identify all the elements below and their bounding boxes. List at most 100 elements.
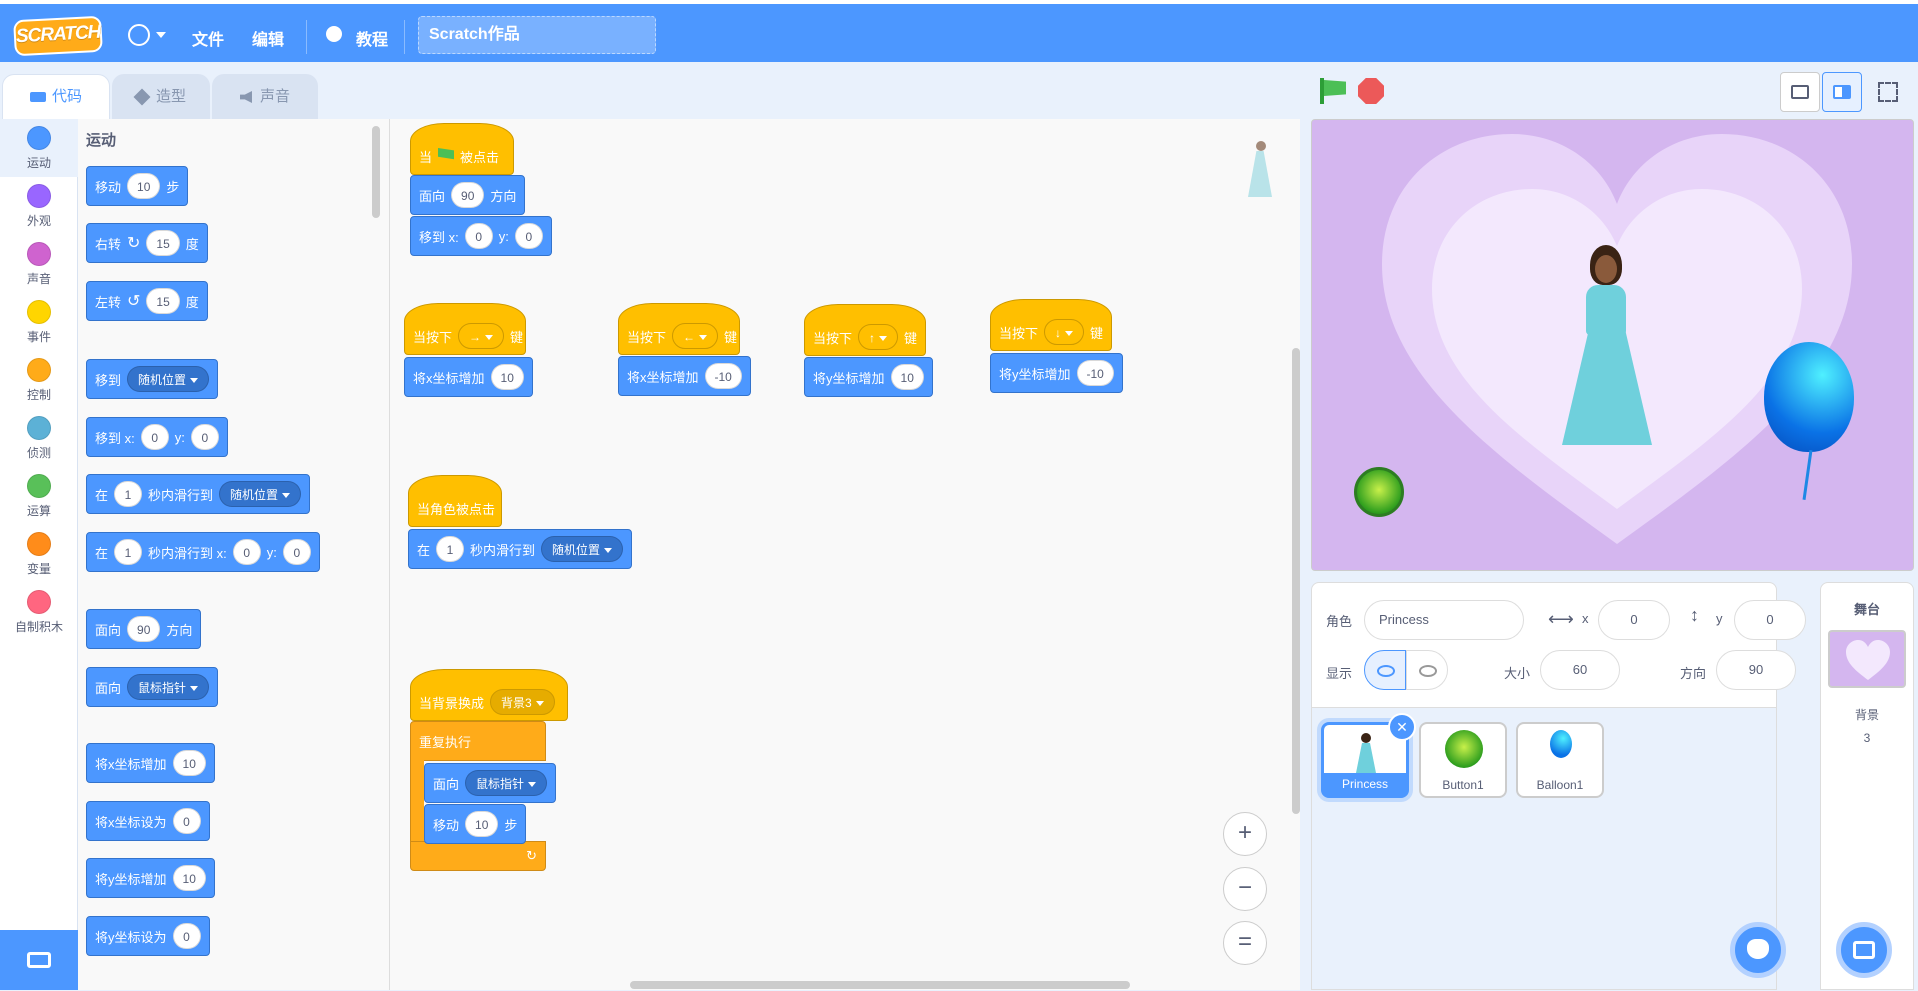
add-sprite-button[interactable] [1730, 922, 1786, 978]
block-move-steps[interactable]: 移动 10 步 [424, 804, 527, 844]
block-input[interactable]: -10 [1076, 360, 1114, 386]
block-goto[interactable]: 移到 随机位置 [86, 359, 219, 399]
zoom-out-button[interactable]: − [1223, 867, 1267, 911]
block-glide-to[interactable]: 在 1 秒内滑行到 随机位置 [86, 474, 311, 514]
sprite-name-input[interactable]: Princess [1364, 600, 1524, 640]
show-visible-button[interactable] [1364, 650, 1406, 690]
category-events[interactable]: 事件 [0, 293, 78, 351]
delete-sprite-button[interactable]: ✕ [1388, 713, 1416, 741]
key-dropdown[interactable]: ↑ [858, 324, 899, 350]
block-input[interactable]: 10 [172, 865, 206, 891]
sprite-tile-button1[interactable]: Button1 [1419, 722, 1507, 798]
tab-code[interactable]: 代码 [2, 74, 110, 120]
block-point-direction[interactable]: 面向 90 方向 [86, 609, 202, 649]
fullscreen-button[interactable] [1868, 72, 1908, 112]
zoom-reset-button[interactable]: = [1223, 921, 1267, 965]
block-change-x[interactable]: 将x坐标增加 10 [86, 743, 215, 783]
category-variables[interactable]: 变量 [0, 525, 78, 583]
green-flag-button[interactable] [1318, 78, 1346, 104]
block-change-y[interactable]: 将y坐标增加 -10 [990, 353, 1123, 393]
block-dropdown[interactable]: 随机位置 [219, 481, 302, 507]
block-change-y[interactable]: 将y坐标增加 10 [804, 357, 933, 397]
block-input[interactable]: 0 [514, 223, 543, 249]
block-input[interactable]: 0 [172, 808, 201, 834]
block-point-towards[interactable]: 面向 鼠标指针 [424, 763, 557, 803]
tab-sounds[interactable]: 声音 [212, 74, 318, 120]
scratch-logo[interactable]: SCRATCH [13, 15, 103, 57]
zoom-in-button[interactable]: + [1223, 812, 1267, 856]
hat-when-key-pressed[interactable]: 当按下 ↓ 键 [990, 299, 1112, 351]
tab-costumes[interactable]: 造型 [112, 74, 210, 120]
sprite-tile-princess[interactable]: Princess ✕ [1321, 713, 1416, 798]
y-input[interactable]: 0 [1734, 600, 1806, 640]
block-change-y[interactable]: 将y坐标增加 10 [86, 858, 215, 898]
block-input[interactable]: 10 [127, 173, 161, 199]
block-input[interactable]: 90 [451, 182, 485, 208]
hat-when-key-pressed[interactable]: 当按下 ← 键 [618, 303, 740, 355]
key-dropdown[interactable]: ↓ [1044, 319, 1085, 345]
balloon1-sprite[interactable] [1764, 342, 1854, 522]
menu-edit[interactable]: 编辑 [252, 26, 284, 50]
workspace-horizontal-scrollbar[interactable] [630, 981, 1130, 989]
block-change-x[interactable]: 将x坐标增加 10 [404, 357, 533, 397]
backdrop-dropdown[interactable]: 背景3 [490, 689, 555, 715]
hat-when-key-pressed[interactable]: 当按下 ↑ 键 [804, 304, 926, 356]
normal-stage-button[interactable] [1822, 72, 1862, 112]
language-globe-icon[interactable] [128, 24, 150, 46]
block-turn-right[interactable]: 右转 ↻ 15 度 [86, 223, 208, 263]
block-input[interactable]: 10 [465, 811, 499, 837]
size-input[interactable]: 60 [1540, 650, 1620, 690]
block-goto-xy[interactable]: 移到 x: 0 y: 0 [410, 216, 552, 256]
block-input[interactable]: 0 [464, 223, 493, 249]
category-control[interactable]: 控制 [0, 351, 78, 409]
block-input[interactable]: 0 [190, 424, 219, 450]
block-input[interactable]: 0 [172, 923, 201, 949]
hat-when-key-pressed[interactable]: 当按下 → 键 [404, 303, 526, 355]
princess-sprite[interactable] [1562, 245, 1652, 445]
block-input[interactable]: 15 [146, 230, 180, 256]
block-input[interactable]: 1 [114, 481, 143, 507]
hat-when-backdrop-switches[interactable]: 当背景换成 背景3 [410, 669, 568, 721]
block-dropdown[interactable]: 鼠标指针 [127, 674, 210, 700]
x-input[interactable]: 0 [1598, 600, 1670, 640]
block-input[interactable]: 0 [140, 424, 169, 450]
workspace-vertical-scrollbar[interactable] [1292, 348, 1300, 814]
block-goto-xy[interactable]: 移到 x: 0 y: 0 [86, 417, 228, 457]
block-move-steps[interactable]: 移动 10 步 [86, 166, 189, 206]
button1-sprite[interactable] [1354, 467, 1404, 517]
palette-scrollbar[interactable] [372, 126, 380, 218]
category-sensing[interactable]: 侦测 [0, 409, 78, 467]
script-workspace[interactable]: 当 被点击 面向 90 方向 移到 x: 0 y: 0 当按下 → 键 将x坐标增加 10 当按下… [390, 119, 1300, 990]
key-dropdown[interactable]: ← [672, 323, 719, 349]
direction-input[interactable]: 90 [1716, 650, 1796, 690]
block-input[interactable]: -10 [704, 363, 742, 389]
block-set-y[interactable]: 将y坐标设为 0 [86, 916, 210, 956]
project-title-input[interactable]: Scratch作品 [418, 16, 656, 54]
add-backdrop-button[interactable] [1836, 922, 1892, 978]
hat-when-sprite-clicked[interactable]: 当角色被点击 [408, 475, 502, 527]
block-input[interactable]: 15 [146, 288, 180, 314]
block-input[interactable]: 1 [114, 539, 143, 565]
block-input[interactable]: 90 [127, 616, 161, 642]
category-operators[interactable]: 运算 [0, 467, 78, 525]
block-input[interactable]: 10 [890, 364, 924, 390]
menu-file[interactable]: 文件 [192, 26, 224, 50]
block-set-x[interactable]: 将x坐标设为 0 [86, 801, 210, 841]
category-motion[interactable]: 运动 [0, 119, 78, 177]
small-stage-button[interactable] [1780, 72, 1820, 112]
sprite-tile-balloon1[interactable]: Balloon1 [1516, 722, 1604, 798]
block-input[interactable]: 1 [436, 536, 465, 562]
key-dropdown[interactable]: → [458, 323, 505, 349]
stop-button[interactable] [1358, 78, 1384, 104]
block-dropdown[interactable]: 随机位置 [127, 366, 210, 392]
category-my-blocks[interactable]: 自制积木 [0, 583, 78, 641]
stage-canvas[interactable] [1311, 119, 1914, 571]
block-point-towards[interactable]: 面向 鼠标指针 [86, 667, 219, 707]
block-input[interactable]: 10 [172, 750, 206, 776]
hat-when-flag-clicked[interactable]: 当 被点击 [410, 123, 514, 175]
block-change-x[interactable]: 将x坐标增加 -10 [618, 356, 751, 396]
category-sound[interactable]: 声音 [0, 235, 78, 293]
block-input[interactable]: 10 [490, 364, 524, 390]
show-hidden-button[interactable] [1406, 650, 1448, 690]
block-glide-to-xy[interactable]: 在 1 秒内滑行到 x: 0 y: 0 [86, 532, 320, 572]
